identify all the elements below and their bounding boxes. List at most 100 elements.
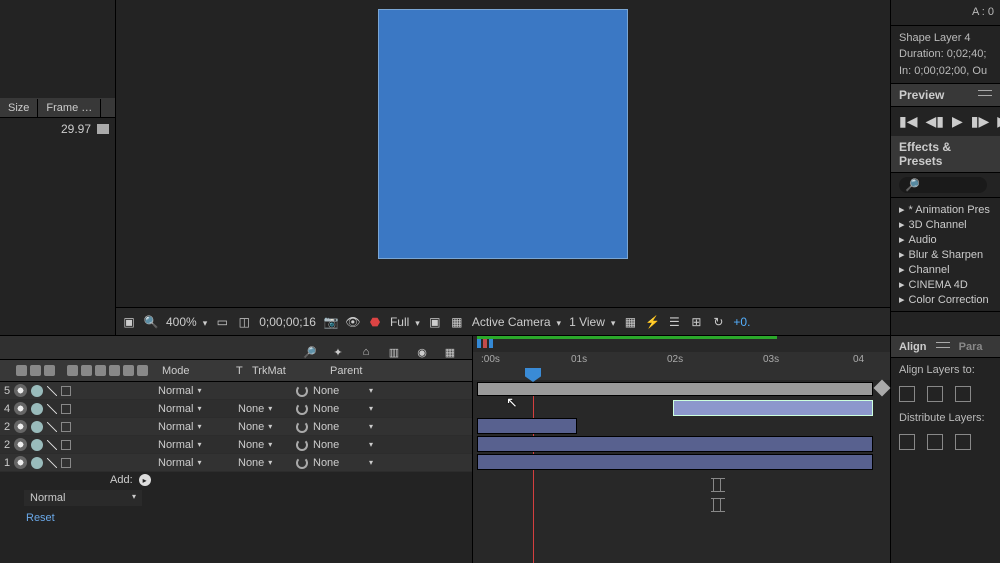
snapshot-icon[interactable]: 📷 bbox=[324, 315, 338, 329]
layer-bar[interactable] bbox=[477, 418, 577, 434]
quality-icon[interactable] bbox=[47, 386, 57, 396]
add-shape-icon[interactable]: ▸ bbox=[139, 474, 151, 486]
prev-frame-icon[interactable]: ◀▮ bbox=[925, 113, 943, 130]
label-color-icon[interactable] bbox=[61, 440, 71, 450]
parent-dropdown[interactable]: None bbox=[313, 457, 373, 469]
eye-icon[interactable] bbox=[14, 456, 27, 469]
solo-icon[interactable] bbox=[31, 421, 43, 433]
frameblend-icon[interactable]: ▥ bbox=[387, 345, 401, 359]
first-frame-icon[interactable]: ▮◀ bbox=[899, 113, 917, 130]
zoom-dropdown[interactable]: 400% bbox=[166, 315, 207, 329]
mb-header-icon[interactable] bbox=[109, 365, 120, 376]
col-trkmat[interactable]: TrkMat bbox=[248, 365, 326, 377]
viewcount-dropdown[interactable]: 1 View bbox=[569, 315, 615, 329]
playhead-icon[interactable] bbox=[525, 368, 541, 382]
comp-mini-icon[interactable]: ✦ bbox=[331, 345, 345, 359]
time-ruler[interactable]: :00s 01s 02s 03s 04 bbox=[473, 336, 890, 382]
align-title-row[interactable]: Align Para bbox=[891, 336, 1000, 358]
effects-search-input[interactable]: 🔎 bbox=[899, 177, 987, 193]
effects-panel-title[interactable]: Effects & Presets bbox=[891, 136, 1000, 173]
blend-mode-dropdown[interactable]: Normal bbox=[158, 385, 222, 397]
align-left-icon[interactable] bbox=[899, 386, 915, 402]
blend-mode-dropdown[interactable]: Normal bbox=[158, 439, 222, 451]
parent-dropdown[interactable]: None bbox=[313, 421, 373, 433]
roi-icon[interactable]: ▣ bbox=[428, 315, 442, 329]
trkmat-dropdown[interactable]: None bbox=[238, 439, 296, 451]
play-icon[interactable]: ▶ bbox=[952, 113, 963, 130]
work-area-start-icon[interactable] bbox=[477, 339, 481, 348]
preview-panel-title[interactable]: Preview bbox=[891, 84, 1000, 107]
solo-header-icon[interactable] bbox=[30, 365, 41, 376]
quality-icon[interactable] bbox=[47, 404, 57, 414]
mask-toggle-icon[interactable]: ◫ bbox=[237, 315, 251, 329]
work-area-end-icon[interactable] bbox=[489, 339, 493, 348]
safe-zones-icon[interactable]: ▭ bbox=[215, 315, 229, 329]
lock-header-icon[interactable] bbox=[44, 365, 55, 376]
fx-header-icon[interactable] bbox=[67, 365, 78, 376]
layer-bar[interactable] bbox=[477, 454, 873, 470]
panel-menu-icon[interactable] bbox=[978, 88, 992, 98]
work-area-handle-icon[interactable] bbox=[483, 339, 487, 348]
project-item-row[interactable]: 29.97 bbox=[0, 118, 115, 140]
pickwhip-icon[interactable] bbox=[296, 457, 308, 469]
color-management-icon[interactable]: ⬣ bbox=[368, 315, 382, 329]
pickwhip-icon[interactable] bbox=[296, 403, 308, 415]
current-timecode[interactable]: 0;00;00;16 bbox=[259, 315, 316, 329]
col-t[interactable]: T bbox=[232, 365, 248, 377]
parent-dropdown[interactable]: None bbox=[313, 385, 373, 397]
quality-icon[interactable] bbox=[47, 422, 57, 432]
shy-icon[interactable]: ⌂ bbox=[359, 345, 373, 359]
preset-item[interactable]: 3D Channel bbox=[899, 217, 992, 232]
blend-mode-dropdown[interactable]: Normal bbox=[158, 421, 222, 433]
show-snapshot-icon[interactable]: 👁 bbox=[346, 315, 360, 329]
transparency-grid-icon[interactable]: ▦ bbox=[450, 315, 464, 329]
display-channel-icon[interactable]: ▣ bbox=[122, 315, 136, 329]
resolution-dropdown[interactable]: Full bbox=[390, 315, 420, 329]
eye-icon[interactable] bbox=[14, 420, 27, 433]
eye-icon[interactable] bbox=[14, 384, 27, 397]
parent-dropdown[interactable]: None bbox=[313, 439, 373, 451]
layer-bar[interactable] bbox=[477, 436, 873, 452]
timeline-toggle-icon[interactable]: ☰ bbox=[667, 315, 681, 329]
col-size[interactable]: Size bbox=[0, 99, 38, 117]
trkmat-dropdown[interactable]: None bbox=[238, 421, 296, 433]
camera-dropdown[interactable]: Active Camera bbox=[472, 315, 561, 329]
preset-item[interactable]: Blur & Sharpen bbox=[899, 247, 992, 262]
magnify-icon[interactable]: 🔍 bbox=[144, 315, 158, 329]
col-mode[interactable]: Mode bbox=[158, 365, 232, 377]
trkmat-dropdown[interactable]: None bbox=[238, 403, 296, 415]
fast-preview-icon[interactable]: ⚡ bbox=[645, 315, 659, 329]
trkmat-dropdown[interactable]: None bbox=[238, 457, 296, 469]
layer-bar[interactable] bbox=[477, 382, 873, 396]
comp-end-marker-icon[interactable] bbox=[874, 380, 891, 397]
col-frame[interactable]: Frame … bbox=[38, 99, 101, 117]
shape-layer-preview[interactable] bbox=[379, 10, 627, 258]
label-color-icon[interactable] bbox=[61, 422, 71, 432]
preset-item[interactable]: * Animation Pres bbox=[899, 202, 992, 217]
label-color-icon[interactable] bbox=[61, 404, 71, 414]
preset-item[interactable]: Color Correction bbox=[899, 292, 992, 307]
3d-header-icon[interactable] bbox=[137, 365, 148, 376]
graph-editor-icon[interactable]: ▦ bbox=[443, 345, 457, 359]
layer-bar[interactable] bbox=[673, 400, 873, 416]
solo-icon[interactable] bbox=[31, 439, 43, 451]
col-parent[interactable]: Parent bbox=[326, 365, 422, 377]
distribute-bottom-icon[interactable] bbox=[955, 434, 971, 450]
quality-icon[interactable] bbox=[47, 458, 57, 468]
parent-dropdown[interactable]: None bbox=[313, 403, 373, 415]
exposure-value[interactable]: +0. bbox=[733, 315, 750, 329]
composite-mode-dropdown[interactable]: Normal bbox=[24, 490, 142, 506]
next-frame-icon[interactable]: ▮▶ bbox=[971, 113, 989, 130]
search-layer-icon[interactable]: 🔎 bbox=[303, 345, 317, 359]
quality-icon[interactable] bbox=[47, 440, 57, 450]
pixel-aspect-icon[interactable]: ▦ bbox=[623, 315, 637, 329]
distribute-vcenter-icon[interactable] bbox=[927, 434, 943, 450]
flowchart-icon[interactable]: ⊞ bbox=[689, 315, 703, 329]
preset-item[interactable]: Audio bbox=[899, 232, 992, 247]
quality-header-icon[interactable] bbox=[95, 365, 106, 376]
canvas[interactable] bbox=[116, 0, 890, 307]
solo-icon[interactable] bbox=[31, 385, 43, 397]
align-right-icon[interactable] bbox=[955, 386, 971, 402]
preset-item[interactable]: CINEMA 4D bbox=[899, 277, 992, 292]
pickwhip-icon[interactable] bbox=[296, 439, 308, 451]
